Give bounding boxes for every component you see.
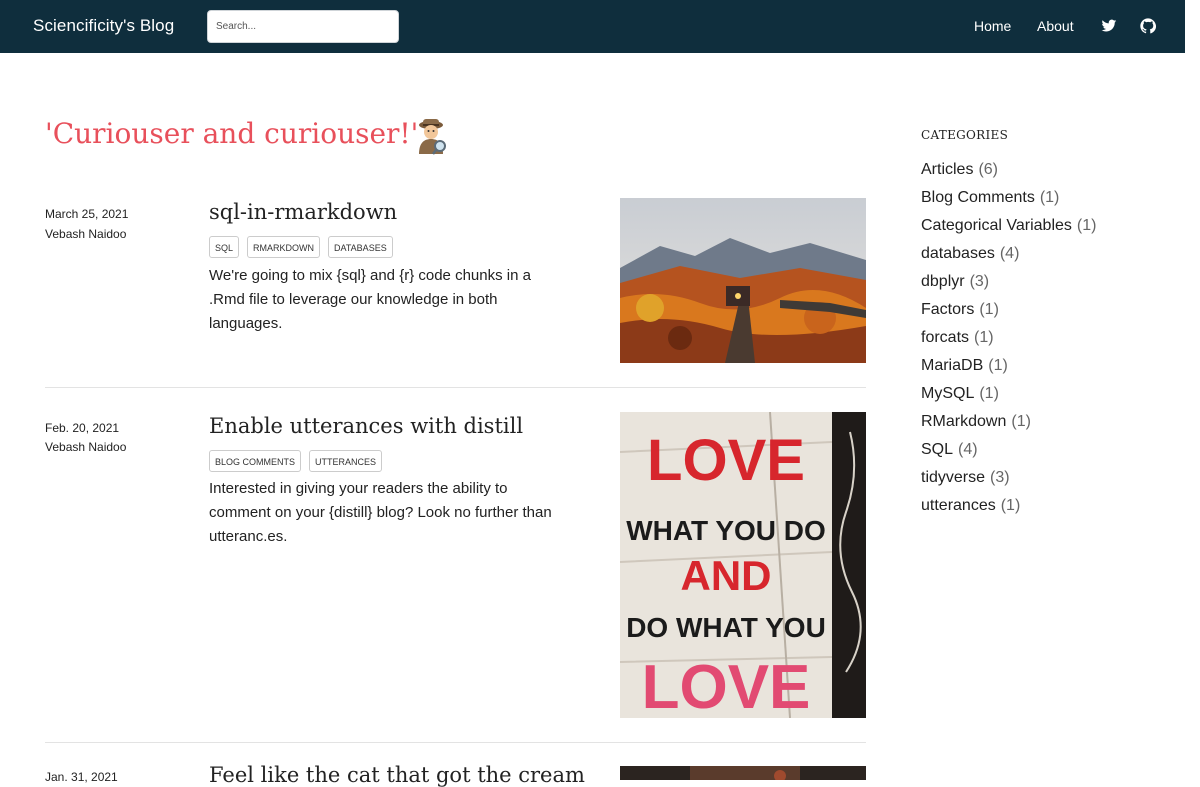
category-item[interactable]: MariaDB (1) — [921, 352, 1096, 380]
category-name[interactable]: forcats — [921, 329, 969, 346]
sign-text-do-what-you: DO WHAT YOU — [626, 612, 826, 643]
post-author: Vebash Naidoo — [45, 440, 127, 454]
navbar: Sciencificity's Blog Home About — [0, 0, 1185, 53]
post-date: Feb. 20, 2021 — [45, 421, 120, 435]
tag-blog-comments[interactable]: BLOG COMMENTS — [209, 450, 302, 472]
categories-list: Articles (6) Blog Comments (1) Categorical… — [921, 156, 1096, 520]
category-item[interactable]: databases (4) — [921, 240, 1096, 268]
site-brand[interactable]: Sciencificity's Blog — [33, 16, 174, 36]
nav-link-about[interactable]: About — [1037, 18, 1074, 34]
category-item[interactable]: Factors (1) — [921, 296, 1096, 324]
post-tags: SQL RMARKDOWN DATABASES — [209, 236, 393, 258]
category-name[interactable]: Blog Comments — [921, 189, 1035, 206]
category-count: (1) — [1076, 217, 1097, 234]
category-count: (1) — [1039, 189, 1060, 206]
category-count: (3) — [969, 273, 990, 290]
category-item[interactable]: forcats (1) — [921, 324, 1096, 352]
autumn-train-image[interactable] — [620, 198, 866, 363]
category-item[interactable]: utterances (1) — [921, 492, 1096, 520]
category-count: (1) — [1011, 413, 1031, 430]
category-name[interactable]: dbplyr — [921, 273, 965, 290]
category-count: (4) — [958, 441, 978, 458]
post-description: We're going to mix {sql} and {r} code ch… — [209, 267, 531, 332]
category-name[interactable]: RMarkdown — [921, 413, 1006, 430]
tag-utterances[interactable]: UTTERANCES — [309, 450, 383, 472]
twitter-icon[interactable] — [1101, 18, 1117, 34]
category-item[interactable]: tidyverse (3) — [921, 464, 1096, 492]
post-divider — [45, 387, 866, 388]
category-count: (1) — [1000, 497, 1021, 514]
category-name[interactable]: MySQL — [921, 385, 974, 402]
category-count: (6) — [978, 161, 999, 178]
tag-rmarkdown[interactable]: RMARKDOWN — [247, 236, 321, 258]
tag-databases[interactable]: DATABASES — [328, 236, 393, 258]
page-title: 'Curiouser and curiouser!' — [45, 117, 419, 150]
post-date: Jan. 31, 2021 — [45, 770, 118, 784]
category-item[interactable]: RMarkdown (1) — [921, 408, 1096, 436]
category-item[interactable]: MySQL (1) — [921, 380, 1096, 408]
tag-sql[interactable]: SQL — [209, 236, 240, 258]
post-title[interactable]: Feel like the cat that got the cream — [209, 763, 585, 787]
category-item[interactable]: Blog Comments (1) — [921, 184, 1096, 212]
post-title[interactable]: sql-in-rmarkdown — [209, 200, 397, 224]
sign-text-what-you-do: WHAT YOU DO — [626, 515, 826, 546]
category-name[interactable]: tidyverse — [921, 469, 985, 486]
sign-text-and: AND — [681, 552, 772, 599]
category-name[interactable]: Factors — [921, 301, 974, 318]
sign-text-love-bottom: LOVE — [642, 653, 811, 718]
category-item[interactable]: SQL (4) — [921, 436, 1096, 464]
category-name[interactable]: utterances — [921, 497, 996, 514]
post-tags: BLOG COMMENTS UTTERANCES — [209, 450, 383, 472]
github-icon[interactable] — [1140, 18, 1157, 34]
category-count: (1) — [979, 385, 999, 402]
post-title[interactable]: Enable utterances with distill — [209, 414, 523, 438]
category-name[interactable]: databases — [921, 245, 995, 262]
categories-heading: CATEGORIES — [921, 128, 1009, 142]
category-count: (1) — [988, 357, 1008, 374]
search-input[interactable] — [207, 10, 399, 43]
post-description: Interested in giving your readers the ab… — [209, 480, 552, 545]
love-sign-image[interactable]: LOVE WHAT YOU DO AND DO WHAT YOU LOVE — [620, 412, 866, 718]
post-divider — [45, 742, 866, 743]
post-author: Vebash Naidoo — [45, 227, 127, 241]
category-item[interactable]: Categorical Variables (1) — [921, 212, 1096, 240]
category-count: (4) — [999, 245, 1020, 262]
category-name[interactable]: MariaDB — [921, 357, 983, 374]
post-date: March 25, 2021 — [45, 207, 129, 221]
category-name[interactable]: Articles — [921, 161, 973, 178]
category-item[interactable]: Articles (6) — [921, 156, 1096, 184]
category-name[interactable]: SQL — [921, 441, 953, 458]
third-post-image[interactable] — [620, 766, 866, 780]
category-item[interactable]: dbplyr (3) — [921, 268, 1096, 296]
nav-link-home[interactable]: Home — [974, 18, 1011, 34]
category-name[interactable]: Categorical Variables — [921, 217, 1072, 234]
category-count: (1) — [979, 301, 999, 318]
category-count: (1) — [974, 329, 994, 346]
sign-text-love-top: LOVE — [647, 428, 805, 493]
detective-icon — [413, 116, 451, 156]
category-count: (3) — [990, 469, 1010, 486]
